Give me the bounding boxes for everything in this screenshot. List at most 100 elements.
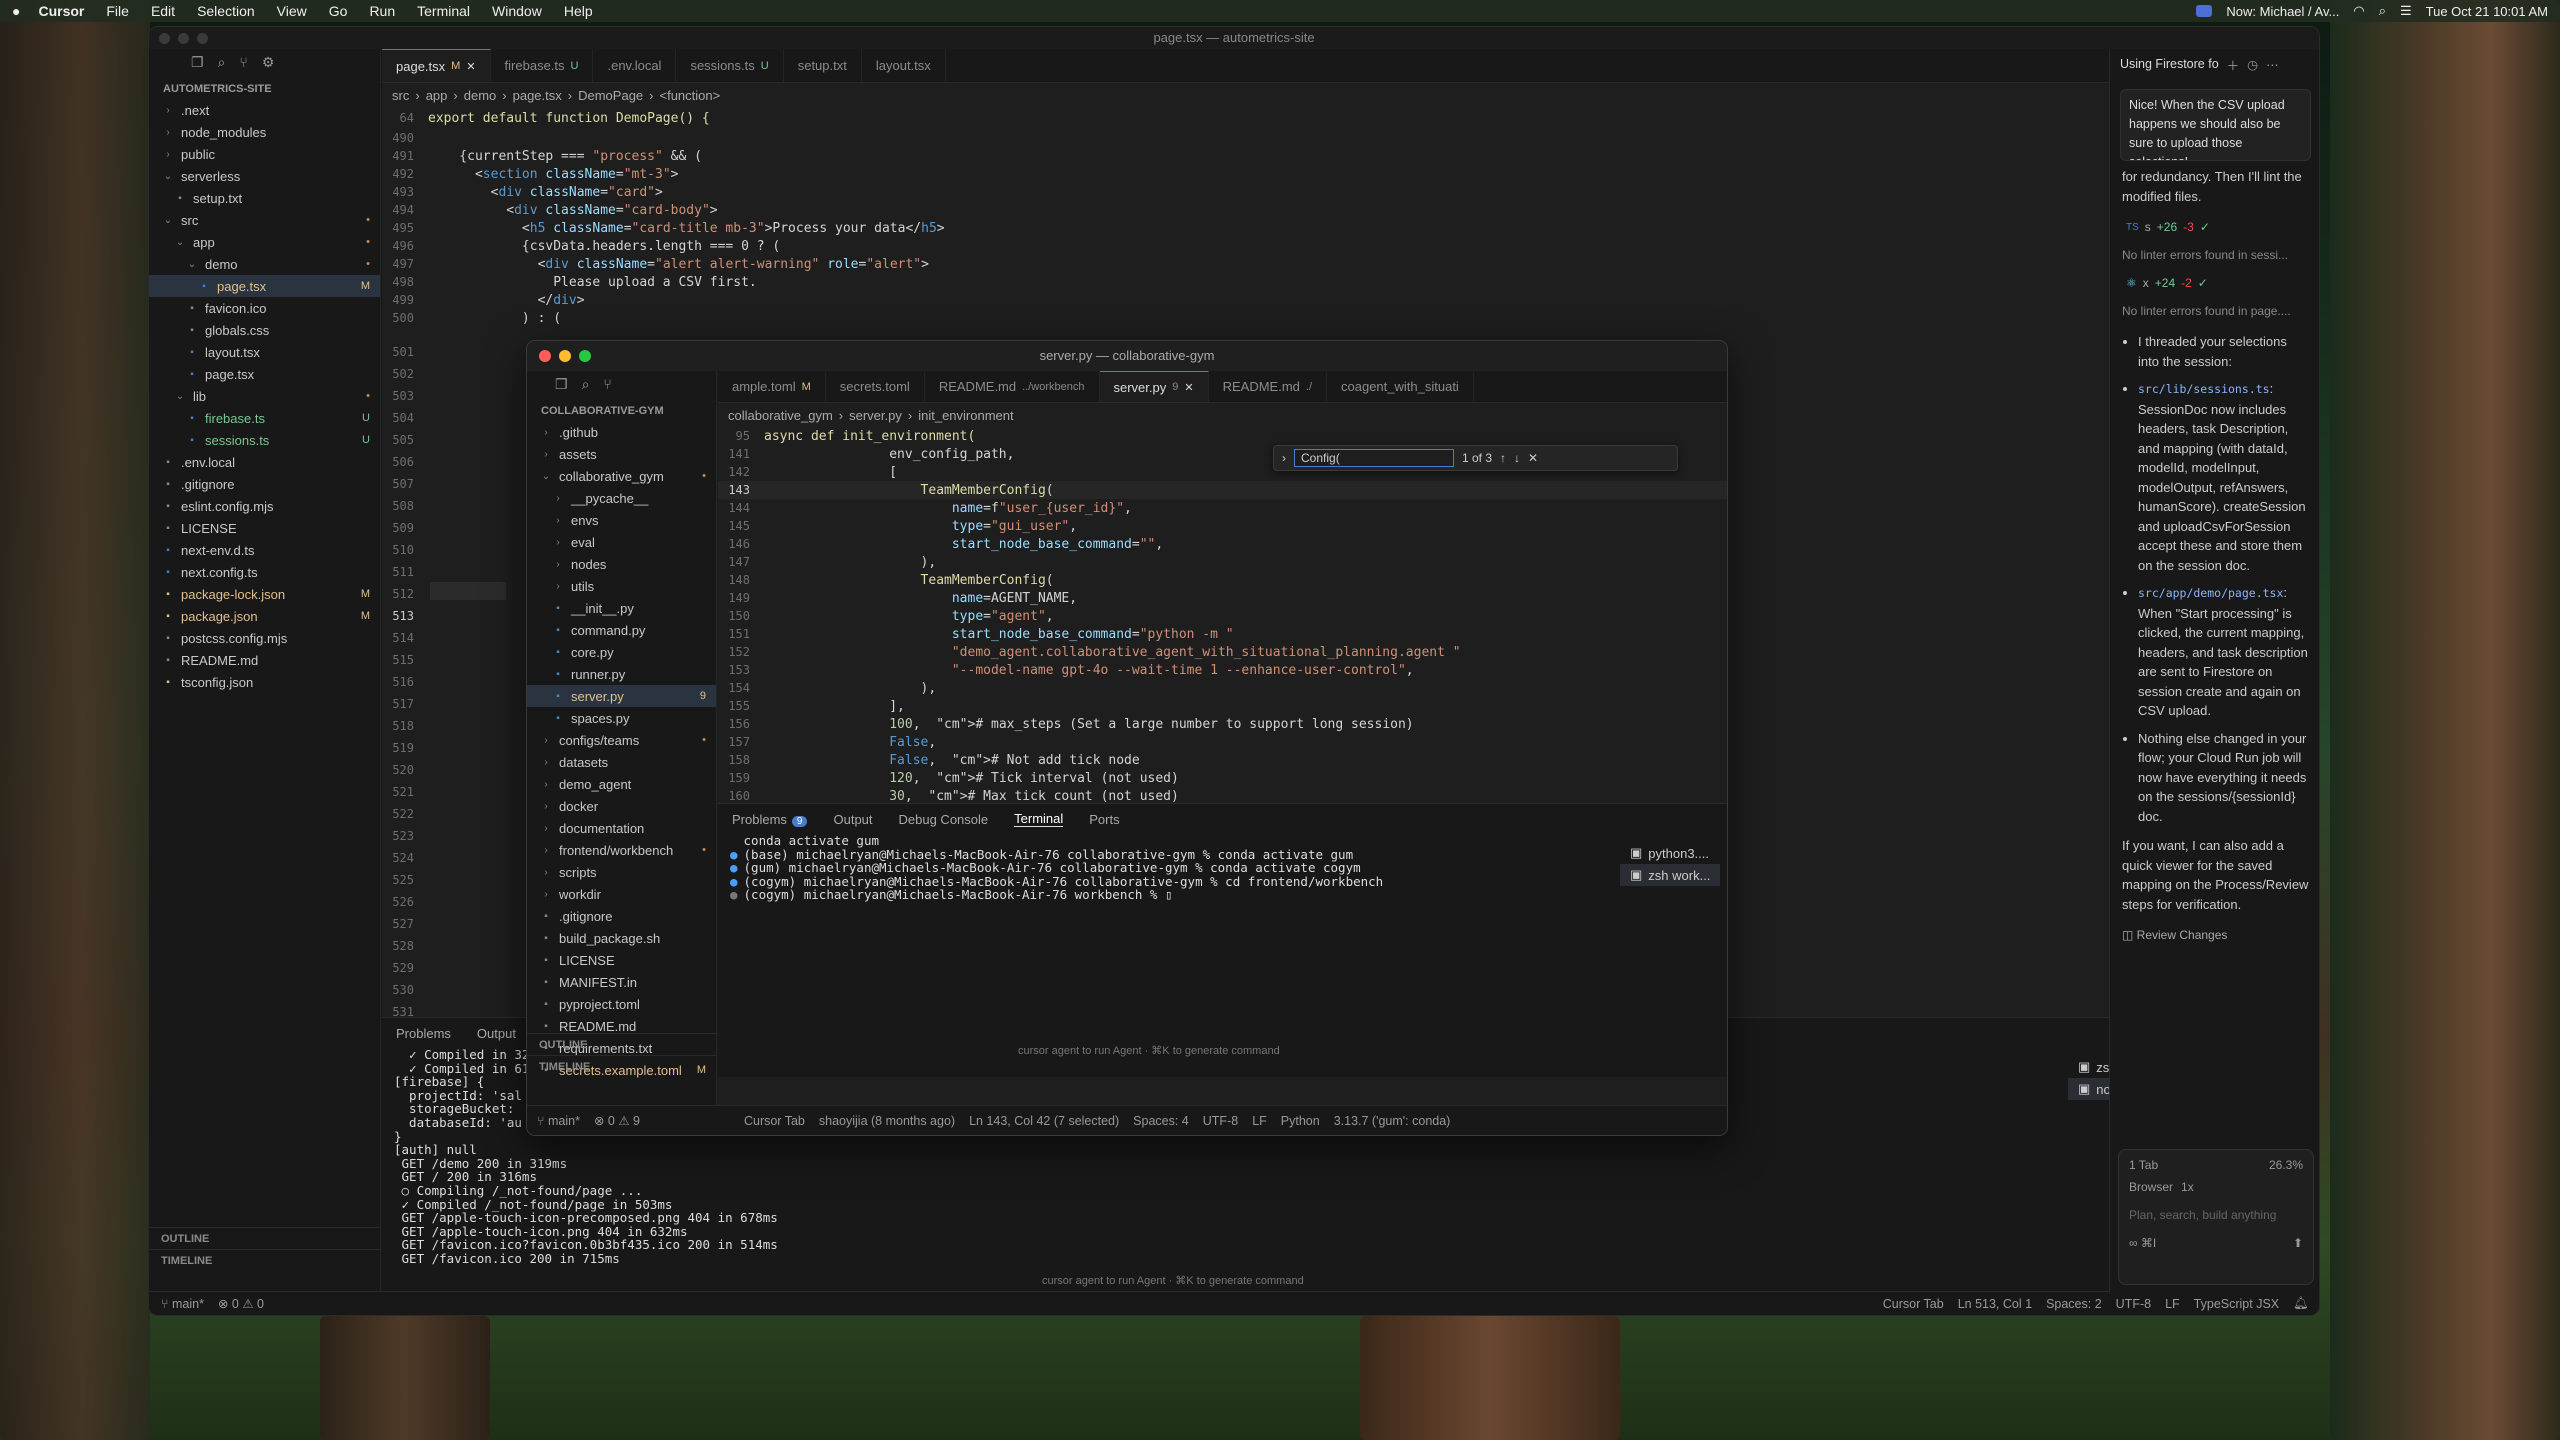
source-control-icon[interactable]: ⑂: [603, 376, 611, 392]
tree-folder[interactable]: ⌄ src •: [149, 209, 380, 231]
menu-item-file[interactable]: File: [106, 3, 129, 19]
editor-tab[interactable]: .env.local: [593, 49, 677, 82]
explorer-title[interactable]: AUTOMETRICS-SITE: [149, 75, 380, 99]
zoom-button[interactable]: [197, 33, 208, 44]
panel-tab-ports[interactable]: Ports: [1089, 812, 1119, 827]
edit-summary[interactable]: ⚛ x +24 -2 ✓: [2110, 270, 2319, 296]
cursor-tab-status[interactable]: Cursor Tab: [744, 1114, 805, 1128]
tree-folder[interactable]: › utils: [527, 575, 716, 597]
code-line[interactable]: 491 {currentStep === "process" && (: [382, 147, 2250, 165]
files-icon[interactable]: ❐: [555, 376, 568, 393]
breadcrumb-item[interactable]: server.py: [849, 408, 902, 423]
breadcrumb-item[interactable]: <function>: [660, 88, 721, 103]
code-line[interactable]: 156 100, "cm"># max_steps (Set a large n…: [718, 715, 1727, 733]
mode-chip[interactable]: 1x: [2181, 1180, 2194, 1194]
wifi-icon[interactable]: ◠: [2353, 3, 2364, 19]
menu-item-terminal[interactable]: Terminal: [417, 3, 470, 19]
code-line[interactable]: 498 Please upload a CSV first.: [382, 273, 2250, 291]
branch-indicator[interactable]: ⑂ main*: [161, 1297, 204, 1311]
tree-folder[interactable]: ⌄ app •: [149, 231, 380, 253]
file-reference[interactable]: src/lib/sessions.ts: [2138, 382, 2270, 396]
tree-folder[interactable]: › configs/teams •: [527, 729, 716, 751]
code-line[interactable]: 492 <section className="mt-3">: [382, 165, 2250, 183]
close-button[interactable]: [159, 33, 170, 44]
code-line[interactable]: 148 TeamMemberConfig(: [718, 571, 1727, 589]
new-chat-icon[interactable]: ＋: [2227, 55, 2240, 74]
send-icon[interactable]: ⬆: [2293, 1236, 2303, 1250]
code-line[interactable]: 154 ),: [718, 679, 1727, 697]
code-line[interactable]: 159 120, "cm"># Tick interval (not used): [718, 769, 1727, 787]
editor-tab[interactable]: firebase.ts U: [491, 49, 594, 82]
tree-file[interactable]: ▪ .gitignore: [149, 473, 380, 495]
files-icon[interactable]: ❐: [191, 54, 204, 71]
tree-file[interactable]: ▪ server.py 9: [527, 685, 716, 707]
code-line[interactable]: 153 "--model-name gpt-4o --wait-time 1 -…: [718, 661, 1727, 679]
code-line[interactable]: 494 <div className="card-body">: [382, 201, 2250, 219]
tree-file[interactable]: ▪ setup.txt: [149, 187, 380, 209]
terminal-instance[interactable]: ▣ python3....: [1620, 842, 1720, 864]
tree-file[interactable]: ▪ next.config.ts: [149, 561, 380, 583]
chat-tab-title[interactable]: Using Firestore fo: [2120, 57, 2219, 71]
branch-indicator[interactable]: ⑂ main*: [537, 1114, 580, 1128]
chat-input[interactable]: Plan, search, build anything: [2119, 1194, 2313, 1236]
more-icon[interactable]: ⋯: [2266, 57, 2279, 72]
panel-tab-output[interactable]: Output: [833, 812, 872, 827]
tree-folder[interactable]: ⌄ demo •: [149, 253, 380, 275]
tree-folder[interactable]: › envs: [527, 509, 716, 531]
tree-folder[interactable]: › __pycache__: [527, 487, 716, 509]
tree-folder[interactable]: › assets: [527, 443, 716, 465]
code-view[interactable]: 141 env_config_path, 142 [143 TeamMemberC…: [718, 445, 1727, 805]
menu-item-view[interactable]: View: [277, 3, 307, 19]
tree-file[interactable]: ▪ firebase.ts U: [149, 407, 380, 429]
tree-folder[interactable]: › demo_agent: [527, 773, 716, 795]
breadcrumb-item[interactable]: app: [426, 88, 448, 103]
tree-file[interactable]: ▪ eslint.config.mjs: [149, 495, 380, 517]
tree-file[interactable]: ▪ .env.local: [149, 451, 380, 473]
editor-tab[interactable]: secrets.toml: [826, 371, 925, 402]
arrow-down-icon[interactable]: ↓: [1514, 451, 1520, 465]
tree-folder[interactable]: › .github: [527, 421, 716, 443]
tree-folder[interactable]: › node_modules: [149, 121, 380, 143]
menu-item-edit[interactable]: Edit: [151, 3, 175, 19]
tree-folder[interactable]: ⌄ lib •: [149, 385, 380, 407]
breadcrumb-item[interactable]: demo: [464, 88, 497, 103]
tree-folder[interactable]: › datasets: [527, 751, 716, 773]
breadcrumb-item[interactable]: init_environment: [918, 408, 1013, 423]
tree-file[interactable]: ▪ build_package.sh: [527, 927, 716, 949]
menu-item-help[interactable]: Help: [564, 3, 593, 19]
browser-chip[interactable]: Browser: [2129, 1180, 2173, 1194]
now-playing[interactable]: Now: Michael / Av...: [2226, 4, 2339, 19]
editor-tab[interactable]: README.md ../workbench: [925, 371, 1100, 402]
breadcrumb-item[interactable]: src: [392, 88, 409, 103]
outline-section[interactable]: OUTLINE: [149, 1227, 380, 1249]
tree-file[interactable]: ▪ MANIFEST.in: [527, 971, 716, 993]
editor-tab[interactable]: README.md ./: [1209, 371, 1328, 402]
code-line[interactable]: 497 <div className="alert alert-warning"…: [382, 255, 2250, 273]
user-message[interactable]: Nice! When the CSV upload happens we sho…: [2120, 89, 2311, 161]
code-line[interactable]: 495 <h5 className="card-title mb-3">Proc…: [382, 219, 2250, 237]
edit-summary[interactable]: TS s +26 -3 ✓: [2110, 214, 2319, 240]
code-view[interactable]: 490 491 {currentStep === "process" && (49…: [382, 129, 2250, 327]
code-line[interactable]: 151 start_node_base_command="python -m ": [718, 625, 1727, 643]
search-icon[interactable]: ⌕: [218, 54, 226, 71]
editor-tab[interactable]: coagent_with_situati: [1327, 371, 1474, 402]
app-menu[interactable]: Cursor: [38, 3, 84, 19]
tree-file[interactable]: ▪ layout.tsx: [149, 341, 380, 363]
menu-item-selection[interactable]: Selection: [197, 3, 255, 19]
tree-folder[interactable]: ⌄ collaborative_gym •: [527, 465, 716, 487]
tree-file[interactable]: ▪ sessions.ts U: [149, 429, 380, 451]
find-input[interactable]: Config(: [1294, 449, 1454, 467]
tree-folder[interactable]: › frontend/workbench •: [527, 839, 716, 861]
timeline-section[interactable]: TIMELINE: [527, 1055, 716, 1077]
display-icon[interactable]: [2196, 5, 2213, 17]
search-icon[interactable]: ⌕: [582, 376, 590, 393]
tree-folder[interactable]: › public: [149, 143, 380, 165]
line-ending[interactable]: LF: [2165, 1297, 2180, 1311]
code-line[interactable]: 500 ) : (: [382, 309, 2250, 327]
terminal-output[interactable]: conda activate gum ● (base) michaelryan@Mi…: [718, 834, 1727, 902]
search-icon[interactable]: ⌕: [2379, 3, 2386, 19]
problems-indicator[interactable]: ⊗ 0 ⚠ 9: [594, 1113, 640, 1128]
tree-file[interactable]: ▪ tsconfig.json: [149, 671, 380, 693]
encoding[interactable]: UTF-8: [1203, 1114, 1238, 1128]
close-button[interactable]: [539, 350, 551, 362]
